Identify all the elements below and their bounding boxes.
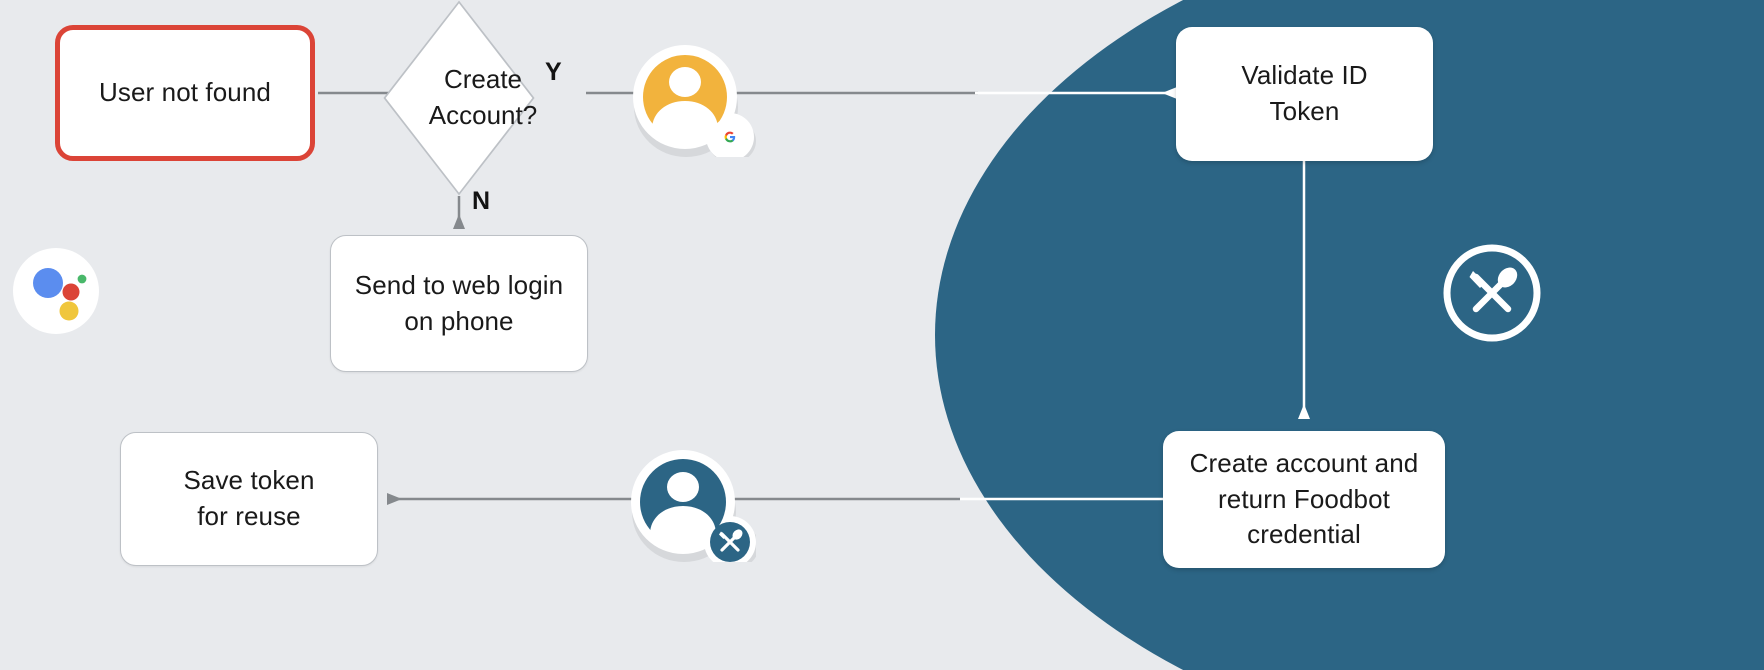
foodbot-logo-svg (1443, 244, 1541, 342)
google-assistant-logo-icon[interactable] (13, 248, 99, 334)
edge-label-no: N (472, 187, 491, 215)
validate-id-token-line2: Token (1269, 96, 1340, 126)
node-create-account-decision-labelbox: Create Account? (383, 0, 583, 196)
flow-diagram-canvas: User not found Create Account? Y N Send … (0, 0, 1764, 670)
decision-label-line2: Account? (428, 100, 538, 130)
save-token-line2: for reuse (197, 501, 301, 531)
foodbot-account-avatar-svg (631, 450, 759, 569)
node-save-token-for-reuse[interactable]: Save token for reuse (120, 432, 378, 566)
send-to-web-login-line1: Send to web login (354, 269, 564, 300)
validate-id-token-line1: Validate ID (1241, 60, 1368, 91)
decision-label-line1: Create (443, 64, 523, 95)
google-account-avatar-icon[interactable] (628, 37, 758, 163)
google-assistant-logo-svg (13, 248, 99, 334)
node-send-to-web-login[interactable]: Send to web login on phone (330, 235, 588, 372)
create-account-line2: return Foodbot (1218, 483, 1390, 514)
edge-label-yes: Y (545, 58, 562, 86)
foodbot-account-avatar-icon[interactable] (626, 442, 759, 569)
node-user-not-found[interactable]: User not found (55, 25, 315, 161)
send-to-web-login-line2: on phone (404, 305, 514, 336)
foodbot-logo-icon[interactable] (1440, 241, 1544, 345)
node-validate-id-token[interactable]: Validate ID Token (1176, 27, 1433, 161)
google-account-avatar-svg (633, 45, 756, 163)
node-create-account-credential[interactable]: Create account and return Foodbot creden… (1163, 431, 1445, 568)
save-token-line1: Save token (183, 465, 315, 496)
create-account-line3: credential (1247, 519, 1361, 550)
node-user-not-found-label: User not found (99, 77, 271, 108)
create-account-line1: Create account and (1189, 447, 1419, 478)
